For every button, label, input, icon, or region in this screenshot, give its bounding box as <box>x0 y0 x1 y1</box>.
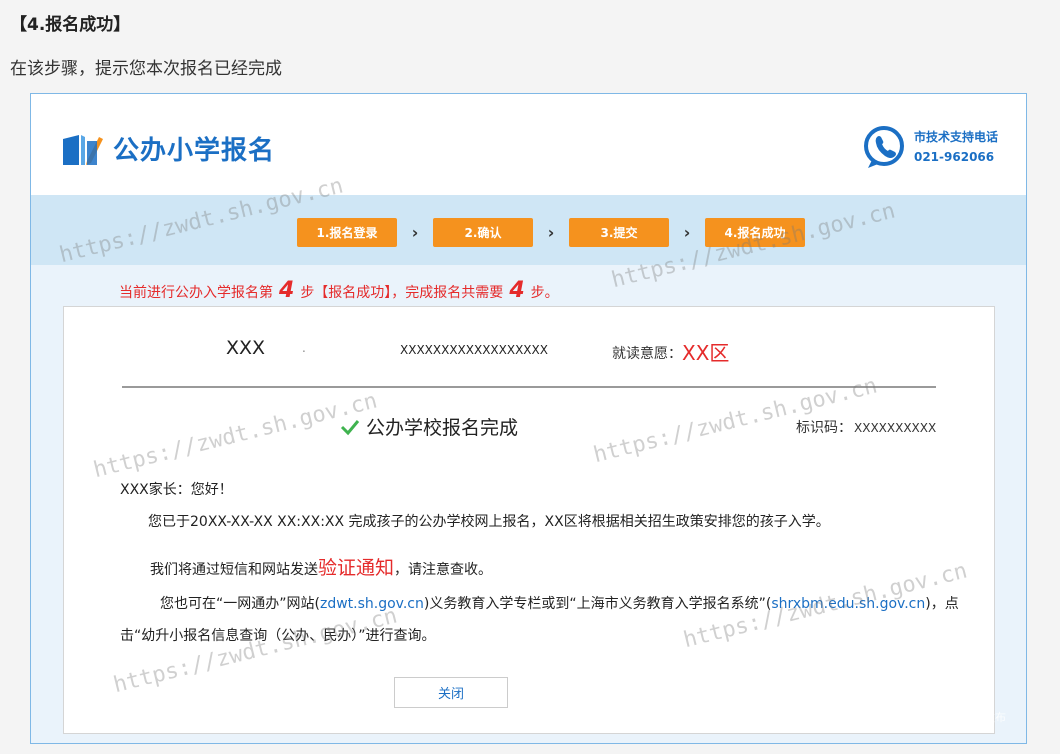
doc-description: 在该步骤，提示您本次报名已经完成 <box>10 59 282 79</box>
preference-value: XX区 <box>682 341 730 365</box>
notice-middle: 步【报名成功】，完成报名共需要 <box>300 285 504 301</box>
phone-bubble-icon <box>863 126 904 168</box>
para3-b: )义务教育入学专栏或到“上海市义务教育入学报名系统”( <box>423 596 772 612</box>
corner-tag: 上海发布 <box>962 711 1006 724</box>
check-icon <box>340 419 360 435</box>
verification-notice-highlight: 验证通知 <box>318 557 395 579</box>
support-phone: 021-962066 <box>913 150 995 164</box>
identifier-code: 标识码： XXXXXXXXXX <box>796 417 936 437</box>
notice-suffix: 步。 <box>530 285 559 301</box>
step-4: 4.报名成功 <box>705 218 805 247</box>
notice-total-steps: 4 <box>509 278 525 303</box>
step-notice: 当前进行公办入学报名第 4 步【报名成功】，完成报名共需要 4 步。 <box>119 278 559 303</box>
completion-status: 公办学校报名完成 <box>340 413 518 440</box>
site-title: 公办小学报名 <box>113 136 276 166</box>
para3-c: )，点 <box>925 596 959 612</box>
message-paragraph-1: 您已于20XX-XX-XX XX:XX:XX 完成孩子的公办学校网上报名，XX区… <box>148 514 830 530</box>
step-2: 2.确认 <box>433 218 533 247</box>
step-3: 3.提交 <box>569 218 669 247</box>
support-contact: 市技术支持电话 021-962066 <box>862 124 998 170</box>
chevron-right-icon: › <box>411 223 419 242</box>
preference-label: 就读意愿： <box>612 346 682 362</box>
link-shrxbm[interactable]: shrxbm.edu.sh.gov.cn <box>771 596 925 612</box>
code-value: XXXXXXXXXX <box>854 421 937 435</box>
separator-dot: . <box>302 341 306 355</box>
close-button[interactable]: 关闭 <box>394 677 508 708</box>
doc-heading: 【4.报名成功】 <box>10 15 131 35</box>
divider <box>122 386 936 388</box>
book-pencil-icon <box>63 134 103 165</box>
step-progress: 1.报名登录 › 2.确认 › 3.提交 › 4.报名成功 <box>297 218 805 247</box>
message-paragraph-2: 我们将通过短信和网站发送验证通知，请注意查收。 <box>150 553 492 580</box>
site-logo: 公办小学报名 <box>61 130 275 167</box>
applicant-id-number: XXXXXXXXXXXXXXXXXX <box>400 343 548 357</box>
notice-current-step: 4 <box>279 278 295 303</box>
chevron-right-icon: › <box>683 223 691 242</box>
step-1: 1.报名登录 <box>297 218 397 247</box>
code-label: 标识码： <box>796 420 852 436</box>
para2-post: ，请注意查收。 <box>394 562 493 578</box>
para2-pre: 我们将通过短信和网站发送 <box>150 562 318 578</box>
notice-prefix: 当前进行公办入学报名第 <box>119 285 273 301</box>
chevron-right-icon: › <box>547 223 555 242</box>
applicant-row: XXX . XXXXXXXXXXXXXXXXXX 就读意愿： XX区 <box>64 337 994 367</box>
site-header: 公办小学报名 市技术支持电话 021-962066 <box>31 94 1026 195</box>
completion-text: 公办学校报名完成 <box>366 417 519 439</box>
support-label: 市技术支持电话 <box>913 130 998 144</box>
result-card: XXX . XXXXXXXXXXXXXXXXXX 就读意愿： XX区 公办学校报… <box>63 306 995 734</box>
para3-a: 您也可在“一网通办”网站( <box>160 596 320 612</box>
greeting-text: XXX家长：您好！ <box>120 482 233 498</box>
screenshot-frame: 公办小学报名 市技术支持电话 021-962066 1.报名登录 › 2.确认 … <box>30 93 1027 744</box>
link-zwdt[interactable]: zdwt.sh.gov.cn <box>320 596 424 612</box>
message-paragraph-3: 您也可在“一网通办”网站(zdwt.sh.gov.cn)义务教育入学专栏或到“上… <box>160 593 959 613</box>
applicant-name: XXX <box>226 337 266 359</box>
message-paragraph-3-line2: 击“幼升小报名信息查询（公办、民办）”进行查询。 <box>120 628 436 644</box>
